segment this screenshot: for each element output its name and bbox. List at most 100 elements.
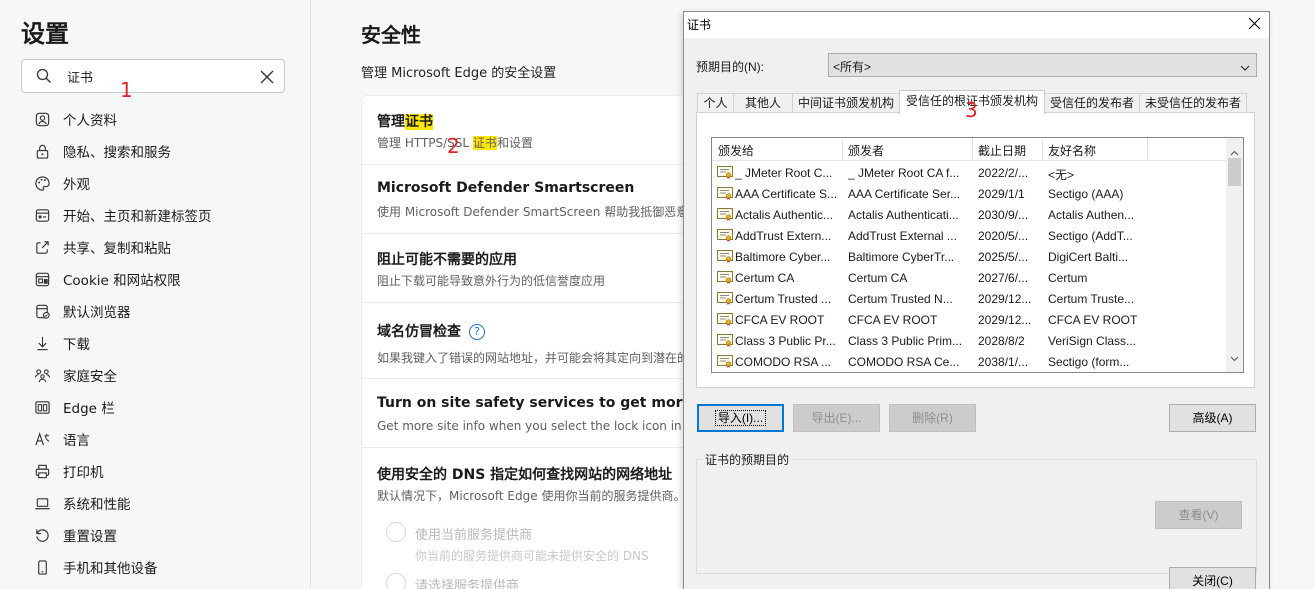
tab-intermediate-ca[interactable]: 中间证书颁发机构 xyxy=(792,93,900,113)
export-button[interactable]: 导出(E)... xyxy=(793,404,880,432)
advanced-button[interactable]: 高级(A) xyxy=(1169,404,1256,432)
sidebar-item-label: 外观 xyxy=(63,177,90,193)
close-button[interactable]: 关闭(C) xyxy=(1169,567,1256,589)
table-row[interactable]: AAA Certificate S... AAA Certificate Ser.… xyxy=(712,183,1227,204)
site-safety-row[interactable]: Turn on site safety services to get more… xyxy=(362,379,683,448)
table-row[interactable]: Certum CA Certum CA 2027/6/... Certum xyxy=(712,267,1227,288)
laptop-icon xyxy=(30,494,54,512)
import-button[interactable]: 导入(I)... xyxy=(697,404,784,432)
manage-certificates-row[interactable]: 管理证书 管理 HTTPS/SSL 证书和设置 xyxy=(362,96,683,165)
column-header-issued-by[interactable]: 颁发者 xyxy=(848,142,884,161)
block-pua-row[interactable]: 阻止可能不需要的应用 阻止下载可能导致意外行为的低信誉度应用 xyxy=(362,234,683,303)
sidebar-item-start-home[interactable]: 开始、主页和新建标签页 xyxy=(30,199,300,231)
column-header-issued-to[interactable]: 颁发给 xyxy=(718,142,754,161)
column-divider[interactable] xyxy=(972,138,973,161)
secure-dns-row: 使用安全的 DNS 指定如何查找网站的网络地址 默认情况下，Microsoft … xyxy=(362,448,683,589)
share-icon xyxy=(30,238,54,256)
certificates-dialog: 证书 预期目的(N): <所有> 个人 其他人 中间证书颁发机构 受信任的根证书… xyxy=(683,11,1270,589)
certificate-icon xyxy=(717,187,733,200)
typosquatting-row[interactable]: 域名仿冒检查? 如果我键入了错误的网站地址，并可能会将其定向到潜在的 xyxy=(362,303,683,379)
cell-issued-to: _ JMeter Root C... xyxy=(735,166,833,180)
sidebar-item-label: Cookie 和网站权限 xyxy=(63,273,181,289)
cell-expiration: 2038/1/... xyxy=(978,355,1029,369)
smartscreen-row[interactable]: Microsoft Defender Smartscreen 使用 Micros… xyxy=(362,165,683,234)
view-button[interactable]: 查看(V) xyxy=(1155,501,1242,529)
sidebar-item-language[interactable]: 语言 xyxy=(30,423,300,455)
column-header-expiration[interactable]: 截止日期 xyxy=(978,142,1026,161)
certificate-icon xyxy=(717,250,733,263)
cell-issued-by: AAA Certificate Ser... xyxy=(848,187,961,201)
scrollbar-thumb[interactable] xyxy=(1228,158,1241,186)
sidebar-item-system[interactable]: 系统和性能 xyxy=(30,487,300,519)
column-divider[interactable] xyxy=(842,138,843,161)
tab-other-people[interactable]: 其他人 xyxy=(733,93,793,113)
certificate-list-scrollbar[interactable] xyxy=(1226,138,1243,372)
smartscreen-desc: 使用 Microsoft Defender SmartScreen 帮助我抵御恶… xyxy=(377,205,683,219)
sidebar-item-downloads[interactable]: 下载 xyxy=(30,327,300,359)
table-row[interactable]: Actalis Authentic... Actalis Authenticati… xyxy=(712,204,1227,225)
sidebar-item-reset[interactable]: 重置设置 xyxy=(30,519,300,551)
block-pua-desc: 阻止下载可能导致意外行为的低信誉度应用 xyxy=(377,274,606,288)
reset-icon xyxy=(30,526,54,544)
sidebar-item-label: 默认浏览器 xyxy=(63,305,131,321)
cell-issued-by: Certum CA xyxy=(848,271,908,285)
cell-expiration: 2030/9/... xyxy=(978,208,1029,222)
column-divider[interactable] xyxy=(1042,138,1043,161)
sidebar-item-cookies[interactable]: Cookie 和网站权限 xyxy=(30,263,300,295)
phone-icon xyxy=(30,558,54,576)
cell-issued-to: AddTrust Extern... xyxy=(735,229,832,243)
table-row[interactable]: _ JMeter Root C... _ JMeter Root CA f... 2… xyxy=(712,162,1227,183)
sidebar-item-printers[interactable]: 打印机 xyxy=(30,455,300,487)
intended-purposes-label: 证书的预期目的 xyxy=(702,451,793,468)
close-icon[interactable] xyxy=(1248,17,1261,35)
sidebar-item-label: 重置设置 xyxy=(63,529,117,545)
table-row[interactable]: CFCA EV ROOT CFCA EV ROOT 2029/12... CFCA E… xyxy=(712,309,1227,330)
sidebar-item-appearance[interactable]: 外观 xyxy=(30,167,300,199)
cell-issued-to: AAA Certificate S... xyxy=(735,187,838,201)
column-header-friendly-name[interactable]: 友好名称 xyxy=(1048,142,1096,161)
settings-search-input[interactable]: 证书 xyxy=(21,59,285,93)
cell-expiration: 2027/6/... xyxy=(978,271,1029,285)
use-current-provider-radio[interactable] xyxy=(386,522,406,542)
tab-untrusted-publishers[interactable]: 未受信任的发布者 xyxy=(1139,93,1247,113)
remove-button[interactable]: 删除(R) xyxy=(889,404,976,432)
scroll-down-icon[interactable] xyxy=(1230,349,1239,367)
table-row[interactable]: AddTrust Extern... AddTrust External ... 2… xyxy=(712,225,1227,246)
table-row[interactable]: COMODO RSA ... COMODO RSA Ce... 2038/1/...… xyxy=(712,351,1227,372)
sidebar-item-label: 下载 xyxy=(63,337,90,353)
column-divider[interactable] xyxy=(1147,138,1148,161)
cell-expiration: 2029/12... xyxy=(978,292,1032,306)
sidebar-item-profile[interactable]: 个人资料 xyxy=(30,103,300,135)
language-icon xyxy=(30,430,54,448)
cell-issued-to: COMODO RSA ... xyxy=(735,355,832,369)
table-row[interactable]: Certum Trusted ... Certum Trusted N... 202… xyxy=(712,288,1227,309)
sidebar-item-label: 个人资料 xyxy=(63,113,117,129)
sidebar-item-label: 打印机 xyxy=(63,465,104,481)
certificate-list[interactable]: 颁发给 颁发者 截止日期 友好名称 _ JMeter Root C... _ JM… xyxy=(711,137,1244,373)
use-current-provider-desc: 你当前的服务提供商可能未提供安全的 DNS xyxy=(415,549,649,563)
sidebar-item-family[interactable]: 家庭安全 xyxy=(30,359,300,391)
sidebar-item-edge-bar[interactable]: Edge 栏 xyxy=(30,391,300,423)
clear-search-icon[interactable] xyxy=(260,69,274,88)
sidebar-item-privacy[interactable]: 隐私、搜索和服务 xyxy=(30,135,300,167)
choose-provider-label: 请选择服务提供商 xyxy=(415,579,520,589)
cell-friendly-name: Sectigo (AAA) xyxy=(1048,187,1124,201)
default-browser-icon xyxy=(30,302,54,320)
tab-personal[interactable]: 个人 xyxy=(697,93,734,113)
sidebar-item-phone[interactable]: 手机和其他设备 xyxy=(30,551,300,583)
table-row[interactable]: Class 3 Public Pr... Class 3 Public Prim.… xyxy=(712,330,1227,351)
sidebar-item-default-browser[interactable]: 默认浏览器 xyxy=(30,295,300,327)
choose-provider-radio[interactable] xyxy=(386,573,406,589)
annotation-2: 2 xyxy=(447,134,460,158)
chevron-down-icon xyxy=(1240,61,1250,75)
tab-trusted-publishers[interactable]: 受信任的发布者 xyxy=(1044,93,1140,113)
cell-issued-by: Actalis Authenticati... xyxy=(848,208,959,222)
table-row[interactable]: Baltimore Cyber... Baltimore CyberTr... 20… xyxy=(712,246,1227,267)
intended-purpose-select[interactable]: <所有> xyxy=(828,53,1257,77)
cell-issued-by: _ JMeter Root CA f... xyxy=(848,166,960,180)
help-icon[interactable]: ? xyxy=(469,324,485,340)
cell-friendly-name: DigiCert Balti... xyxy=(1048,250,1129,264)
sidebar-item-share[interactable]: 共享、复制和粘贴 xyxy=(30,231,300,263)
cell-issued-to: CFCA EV ROOT xyxy=(735,313,825,327)
use-current-provider-label: 使用当前服务提供商 xyxy=(415,528,533,543)
